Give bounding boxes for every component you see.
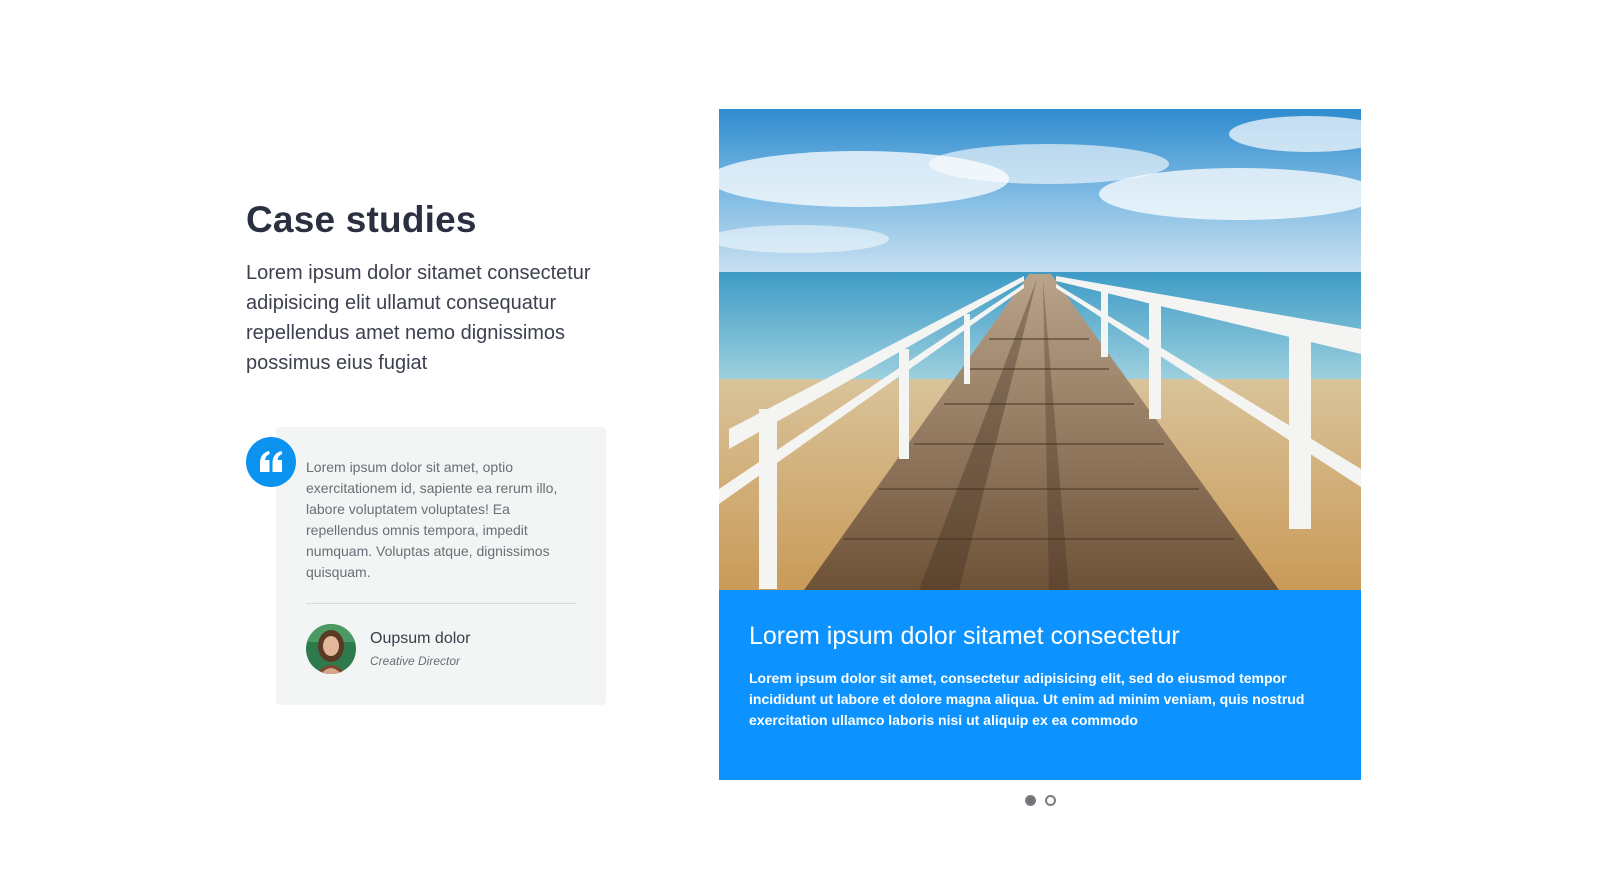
avatar [306, 624, 356, 674]
testimonial-card: Lorem ipsum dolor sit amet, optio exerci… [276, 427, 606, 705]
slider-pagination [1025, 795, 1056, 806]
author-name: Oupsum dolor [370, 629, 471, 647]
testimonial-author: Oupsum dolor Creative Director [306, 624, 576, 674]
author-role: Creative Director [370, 653, 461, 668]
case-study-slider[interactable]: Lorem ipsum dolor sitamet consectetur Lo… [719, 109, 1361, 780]
caption-text: Lorem ipsum dolor sit amet, consectetur … [749, 670, 1305, 728]
testimonial-text: Lorem ipsum dolor sit amet, optio exerci… [306, 459, 558, 580]
intro-text: Lorem ipsum dolor sitamet consectetur ad… [246, 262, 591, 375]
quote-icon [246, 437, 296, 487]
page-title: Case studies [246, 199, 477, 240]
slider-dot-1[interactable] [1025, 795, 1036, 806]
divider [306, 603, 576, 604]
caption-title: Lorem ipsum dolor sitamet consectetur [749, 622, 1180, 650]
slide-image-pier [719, 109, 1361, 590]
slider-dot-2[interactable] [1045, 795, 1056, 806]
case-studies-intro: Case studies Lorem ipsum dolor sitamet c… [246, 196, 626, 378]
slide-caption: Lorem ipsum dolor sitamet consectetur Lo… [719, 590, 1361, 780]
